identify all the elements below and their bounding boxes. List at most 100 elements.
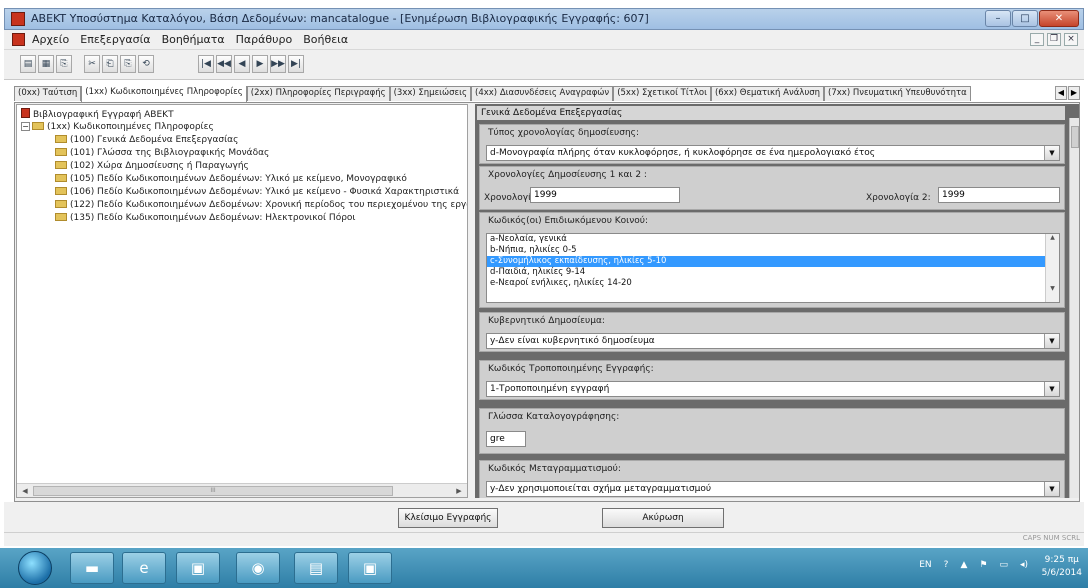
copy-icon[interactable]: ⎗ [102, 55, 118, 73]
dropdown-arrow-icon[interactable]: ▼ [1044, 334, 1059, 348]
menu-window[interactable]: Παράθυρο [236, 33, 293, 46]
window-title: ABEKT Υποσύστημα Καταλόγου, Βάση Δεδομέν… [31, 12, 649, 25]
dropdown-arrow-icon[interactable]: ▼ [1044, 382, 1059, 396]
tab-4xx[interactable]: (4xx) Διασυνδέσεις Αναγραφών [471, 86, 614, 101]
open-record-icon[interactable]: ▦ [38, 55, 54, 73]
tab-scroll-left-icon[interactable]: ◀ [1055, 86, 1067, 100]
folder-icon [55, 200, 67, 208]
listbox-scrollbar[interactable]: ▲ ▼ [1045, 234, 1059, 302]
tab-3xx[interactable]: (3xx) Σημειώσεις [389, 86, 472, 101]
new-record-icon[interactable]: ▤ [20, 55, 36, 73]
maximize-button[interactable]: □ [1012, 10, 1038, 27]
tab-0xx[interactable]: (0xx) Ταύτιση [14, 86, 82, 101]
transliteration-select[interactable]: y-Δεν χρησιμοποιείται σχήμα μεταγραμματι… [486, 481, 1060, 497]
tab-2xx[interactable]: (2xx) Πληροφορίες Περιγραφής [246, 86, 390, 101]
tree-horizontal-scrollbar[interactable]: ◀ III ▶ [17, 483, 467, 497]
cataloguing-language-input[interactable]: gre [486, 431, 526, 447]
tree-item-100[interactable]: (100) Γενικά Δεδομένα Επεξεργασίας [55, 134, 238, 146]
document-icon[interactable] [12, 33, 25, 46]
clock-time: 9:25 πμ [1044, 555, 1079, 565]
tree-item-106[interactable]: (106) Πεδίο Κωδικοποιημένων Δεδομένων: Υ… [55, 186, 459, 198]
audience-label: Κωδικός(οι) Επιδιωκόμενου Κοινού: [488, 216, 648, 226]
tab-1xx[interactable]: (1xx) Κωδικοποιημένες Πληροφορίες [81, 86, 247, 102]
list-item[interactable]: d-Παιδιά, ηλικίες 9-14 [487, 267, 1059, 278]
menu-help[interactable]: Βοήθεια [303, 33, 348, 46]
taskbar: ▬ e ▣ ◉ ▤ ▣ EN ? ▲ ⚑ ▭ ◂) 9:25 πμ 5/6/20… [0, 548, 1088, 588]
previous-record-icon[interactable]: ◀ [234, 55, 250, 73]
network-icon[interactable]: ▭ [999, 560, 1008, 570]
folder-icon [55, 148, 67, 156]
copy-record-icon[interactable]: ⎘ [56, 55, 72, 73]
field-tree: Βιβλιογραφική Εγγραφή ΑΒΕΚΤ − (1xx) Κωδικ… [16, 104, 468, 498]
scroll-down-icon[interactable]: ▼ [1046, 285, 1059, 292]
paste-icon[interactable]: ⎘ [120, 55, 136, 73]
next-record-icon[interactable]: ▶ [252, 55, 268, 73]
scroll-up-icon[interactable]: ▲ [1046, 234, 1059, 241]
language-indicator[interactable]: EN [919, 560, 931, 570]
mdi-restore-button[interactable]: ❐ [1047, 33, 1061, 46]
pub-date-type-select[interactable]: d-Μονογραφία πλήρης όταν κυκλοφόρησε, ή … [486, 145, 1060, 161]
title-bar[interactable]: ABEKT Υποσύστημα Καταλόγου, Βάση Δεδομέν… [4, 8, 1084, 30]
app-icon[interactable] [11, 12, 25, 26]
collapse-icon[interactable]: − [21, 122, 30, 131]
menu-edit[interactable]: Επεξεργασία [80, 33, 150, 46]
close-record-button[interactable]: Κλείσιμο Εγγραφής [398, 508, 498, 528]
audience-listbox[interactable]: a-Νεολαία, γενικά b-Νήπια, ηλικίες 0-5 c… [486, 233, 1060, 303]
date1-input[interactable]: 1999 [530, 187, 680, 203]
tree-item-102[interactable]: (102) Χώρα Δημοσίευσης ή Παραγωγής [55, 160, 249, 172]
date2-input[interactable]: 1999 [938, 187, 1060, 203]
start-button[interactable] [18, 551, 52, 585]
list-item-selected[interactable]: c-Συνομήλικος εκπαίδευσης, ηλικίες 5-10 [487, 256, 1059, 267]
tree-group-1xx[interactable]: − (1xx) Κωδικοποιημένες Πληροφορίες [21, 121, 214, 133]
tab-6xx[interactable]: (6xx) Θεματική Ανάλυση [710, 86, 825, 101]
mdi-minimize-button[interactable]: _ [1030, 33, 1044, 46]
tree-item-135[interactable]: (135) Πεδίο Κωδικοποιημένων Δεδομένων: Η… [55, 212, 355, 224]
scroll-thumb[interactable]: III [33, 486, 393, 496]
menu-tools[interactable]: Βοηθήματα [162, 33, 225, 46]
close-button[interactable]: ✕ [1039, 10, 1079, 27]
tab-7xx[interactable]: (7xx) Πνευματική Υπευθυνότητα [824, 86, 971, 101]
list-item[interactable]: a-Νεολαία, γενικά [487, 234, 1059, 245]
gov-pub-label: Κυβερνητικό Δημοσίευμα: [488, 316, 605, 326]
cancel-button[interactable]: Ακύρωση [602, 508, 724, 528]
internet-explorer-icon[interactable]: e [122, 552, 166, 584]
modified-record-select[interactable]: 1-Τροποποιημένη εγγραφή ▼ [486, 381, 1060, 397]
mdi-close-button[interactable]: × [1064, 33, 1078, 46]
back-many-icon[interactable]: ◀◀ [216, 55, 232, 73]
forward-many-icon[interactable]: ▶▶ [270, 55, 286, 73]
flag-icon[interactable]: ⚑ [979, 560, 987, 570]
window-app-icon[interactable]: ▣ [176, 552, 220, 584]
scroll-right-icon[interactable]: ▶ [453, 485, 465, 497]
tree-item-122[interactable]: (122) Πεδίο Κωδικοποιημένων Δεδομένων: Χ… [55, 199, 467, 211]
undo-icon[interactable]: ⟲ [138, 55, 154, 73]
notepad-icon[interactable]: ▤ [294, 552, 338, 584]
scroll-left-icon[interactable]: ◀ [19, 485, 31, 497]
tree-item-105[interactable]: (105) Πεδίο Κωδικοποιημένων Δεδομένων: Υ… [55, 173, 407, 185]
scroll-thumb[interactable] [1071, 126, 1079, 148]
dropdown-arrow-icon[interactable]: ▼ [1044, 146, 1059, 160]
mdi-controls: _ ❐ × [1030, 33, 1078, 46]
last-record-icon[interactable]: ▶| [288, 55, 304, 73]
cut-icon[interactable]: ✂ [84, 55, 100, 73]
tree-root[interactable]: Βιβλιογραφική Εγγραφή ΑΒΕΚΤ [21, 108, 174, 120]
pub-dates-group: Χρονολογίες Δημοσίευσης 1 και 2 : Χρονολ… [479, 166, 1065, 210]
chrome-icon[interactable]: ◉ [236, 552, 280, 584]
pub-date-type-group: Τύπος χρονολογίας δημοσίευσης: d-Μονογρα… [479, 124, 1065, 164]
menu-file[interactable]: Αρχείο [32, 33, 69, 46]
minimize-button[interactable]: – [985, 10, 1011, 27]
file-explorer-icon[interactable]: ▬ [70, 552, 114, 584]
help-icon[interactable]: ? [944, 560, 949, 570]
first-record-icon[interactable]: |◀ [198, 55, 214, 73]
dropdown-arrow-icon[interactable]: ▼ [1044, 482, 1059, 496]
tab-5xx[interactable]: (5xx) Σχετικοί Τίτλοι [613, 86, 711, 101]
list-item[interactable]: e-Νεαροί ενήλικες, ηλικίες 14-20 [487, 278, 1059, 289]
panel-vertical-scrollbar[interactable] [1069, 118, 1079, 498]
gov-pub-select[interactable]: y-Δεν είναι κυβερνητικό δημοσίευμα ▼ [486, 333, 1060, 349]
tree-item-101[interactable]: (101) Γλώσσα της Βιβλιογραφικής Μονάδας [55, 147, 269, 159]
abekt-app-icon[interactable]: ▣ [348, 552, 392, 584]
tray-expand-icon[interactable]: ▲ [960, 560, 967, 570]
list-item[interactable]: b-Νήπια, ηλικίες 0-5 [487, 245, 1059, 256]
volume-icon[interactable]: ◂) [1020, 560, 1028, 570]
clock[interactable]: 9:25 πμ 5/6/2014 [1042, 554, 1082, 580]
tab-scroll-right-icon[interactable]: ▶ [1068, 86, 1080, 100]
